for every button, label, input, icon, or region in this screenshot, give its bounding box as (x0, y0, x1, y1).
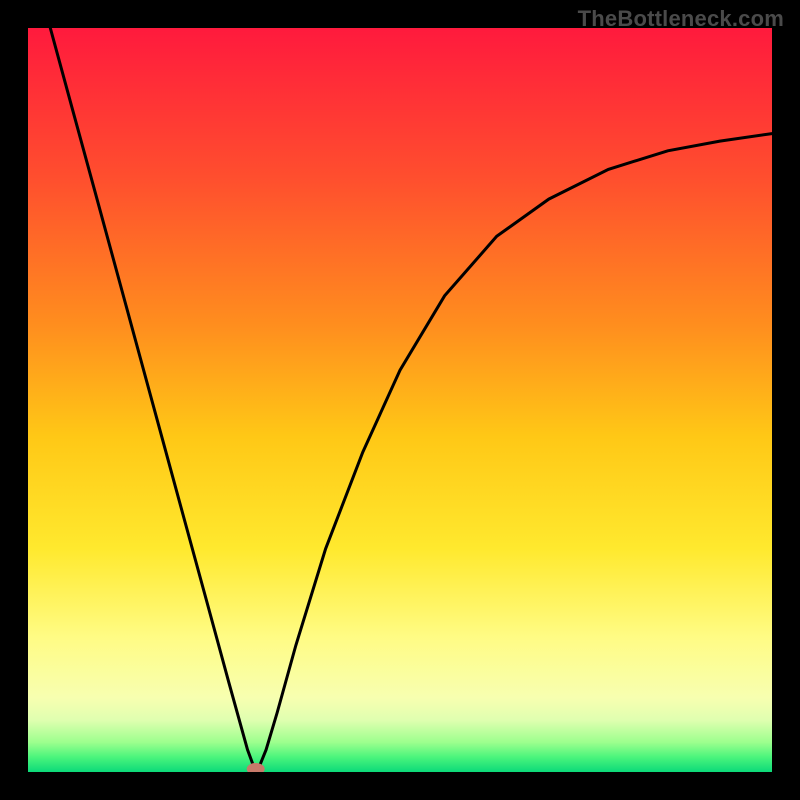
chart-frame: TheBottleneck.com (0, 0, 800, 800)
bottleneck-curve (50, 28, 772, 772)
curve-layer (28, 28, 772, 772)
plot-area (28, 28, 772, 772)
optimum-marker (247, 763, 265, 772)
watermark-text: TheBottleneck.com (578, 6, 784, 32)
